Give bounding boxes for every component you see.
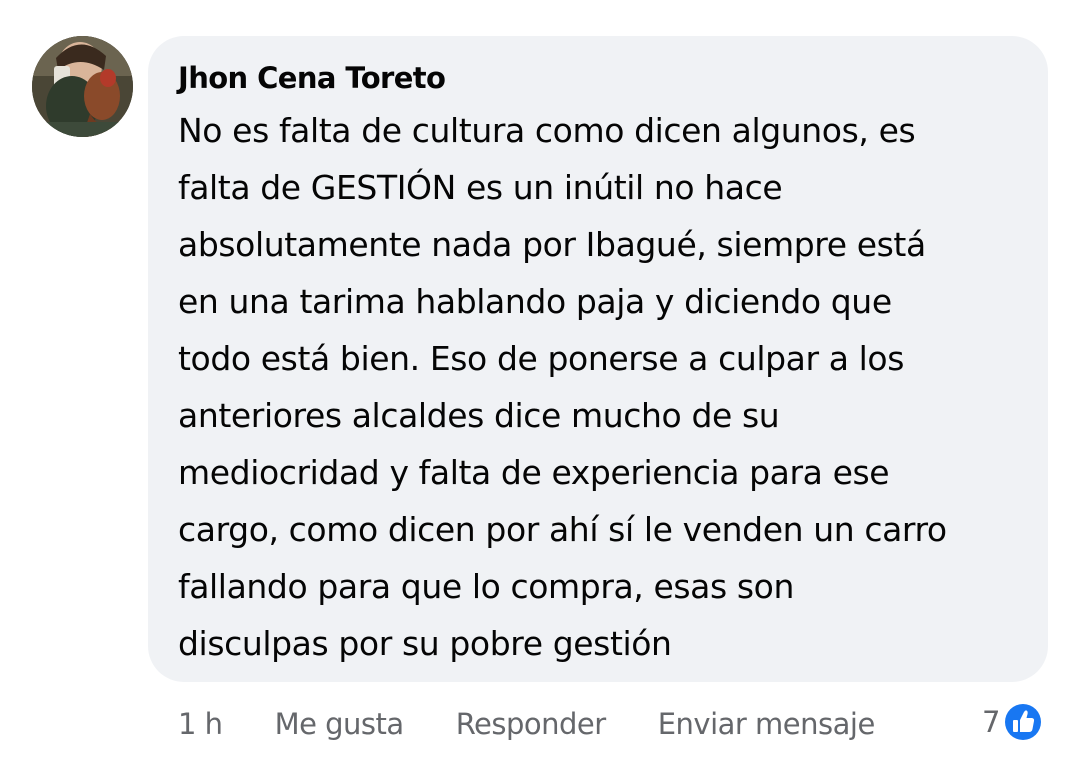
comment-timestamp[interactable]: 1 h <box>178 707 223 741</box>
reaction-count: 7 <box>982 705 1001 739</box>
reaction-summary[interactable]: 7 <box>982 700 1044 744</box>
comment-text: No es falta de cultura como dicen alguno… <box>178 111 947 663</box>
comment-author[interactable]: Jhon Cena Toreto <box>178 58 1018 98</box>
reply-button[interactable]: Responder <box>456 707 607 741</box>
like-thumbs-up-icon <box>1002 701 1044 743</box>
like-button[interactable]: Me gusta <box>275 707 405 741</box>
profile-photo-icon <box>32 36 133 137</box>
send-message-button[interactable]: Enviar mensaje <box>658 707 876 741</box>
avatar[interactable] <box>32 36 133 137</box>
comment-actions: 1 h Me gusta Responder Enviar mensaje <box>178 696 875 752</box>
comment-bubble: Jhon Cena Toreto No es falta de cultura … <box>148 36 1048 682</box>
